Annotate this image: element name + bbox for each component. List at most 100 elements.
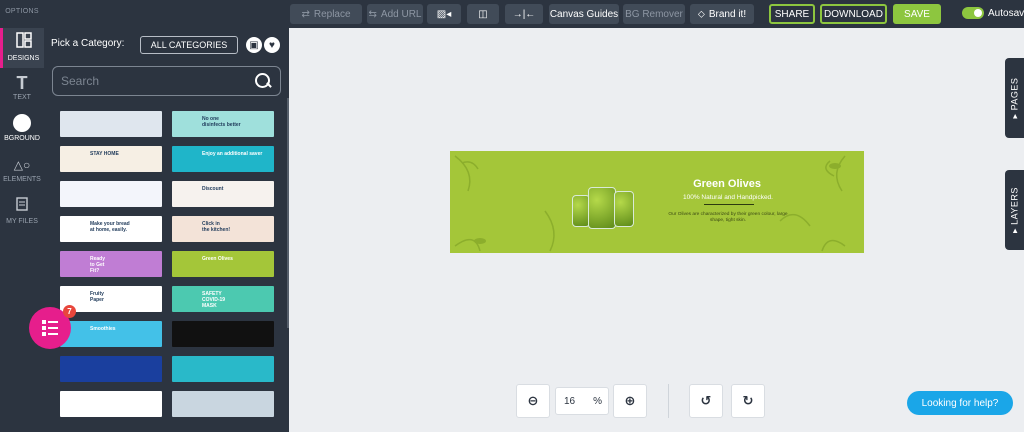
zoom-out-button[interactable]: ⊖ [516,384,550,418]
help-button[interactable]: Looking for help? [907,391,1013,415]
bg-remover-button[interactable]: BG Remover [623,4,685,24]
align-button[interactable]: →|← [505,4,543,24]
share-button[interactable]: SHARE [769,4,815,24]
share-label: SHARE [774,8,810,20]
template-thumbnail[interactable]: Ready to Get Fit? [60,251,162,277]
thumbnail-text: Enjoy an additional saver [202,151,263,157]
transparency-button[interactable]: ▨◂ [427,4,461,24]
undo-button[interactable]: ↺ [689,384,723,418]
template-thumbnail[interactable]: Green Olives [172,251,274,277]
thumbnail-text: Make your bread at home, easily. [90,221,130,233]
add-url-button[interactable]: ⇆ Add URL [367,4,423,24]
brand-it-label: Brand it! [708,8,747,20]
olive-jar-center [588,187,616,229]
canvas-guides-label: Canvas Guides [549,8,619,20]
align-icon: →|← [512,8,536,20]
zoom-out-icon: ⊖ [527,393,539,408]
template-thumbnail[interactable]: Click in the kitchen! [172,216,274,242]
rail-elements[interactable]: △○ ELEMENTS [0,156,44,183]
thumbnail-text: No one disinfects better [202,116,241,128]
category-dropdown[interactable]: ALL CATEGORIES [140,36,238,54]
designs-panel: Pick a Category: ALL CATEGORIES ▣ ♥ No o… [44,28,289,432]
template-thumbnail[interactable] [60,391,162,417]
banner-title[interactable]: Green Olives [672,178,782,190]
redo-button[interactable]: ↻ [731,384,765,418]
controls-divider [668,384,669,418]
panel-scrollbar[interactable] [287,98,289,328]
add-url-label: Add URL [380,8,422,20]
tag-icon: ⬦ [697,8,705,20]
notification-badge: 7 [63,305,76,318]
brand-it-button[interactable]: ⬦ Brand it! [690,4,754,24]
redo-icon: ↻ [742,393,754,408]
rail-designs-label: DESIGNS [7,55,40,62]
rail-designs[interactable]: DESIGNS [0,28,44,68]
elements-icon: △○ [13,158,31,172]
layers-label: LAYERS [1009,187,1019,225]
autosave-label: Autosave [988,7,1024,19]
rail-background-label: BGROUND [4,135,40,142]
background-icon [13,114,31,132]
flip-icon: ◫ [478,8,488,20]
layers-tab[interactable]: ▸ LAYERS [1005,170,1024,250]
hatch-icon: ▨◂ [436,8,452,20]
thumbnail-text: Click in the kitchen! [202,221,231,233]
autosave-toggle[interactable]: Autosave [962,7,1024,19]
canvas-guides-button[interactable]: Canvas Guides [549,4,619,24]
download-button[interactable]: DOWNLOAD [820,4,887,24]
template-thumbnail[interactable] [60,356,162,382]
pages-tab[interactable]: ▸ PAGES [1005,58,1024,138]
template-thumbnail[interactable]: Smoothies [60,321,162,347]
rail-my-files[interactable]: MY FILES [0,197,44,225]
template-thumbnail[interactable]: No one disinfects better [172,111,274,137]
template-thumbnail[interactable]: STAY HOME [60,146,162,172]
toggle-switch[interactable] [962,7,984,19]
designs-icon [3,32,44,53]
template-thumbnail[interactable]: Make your bread at home, easily. [60,216,162,242]
pages-label: PAGES [1009,77,1019,111]
template-thumbnail[interactable] [172,356,274,382]
swap-icon: ⇆ [368,8,377,20]
save-label: SAVE [904,8,930,20]
replace-button[interactable]: ⇄ Replace [290,4,362,24]
pick-category-label: Pick a Category: [51,38,125,49]
undo-icon: ↺ [700,393,712,408]
banner-subtitle[interactable]: 100% Natural and Handpicked. [658,194,798,201]
rail-text-label: TEXT [13,94,31,101]
olive-jar-right [614,191,634,227]
banner-description[interactable]: Our Olives are characterized by their gr… [662,212,794,224]
collection-icon[interactable]: ▣ [246,37,262,53]
thumbnail-text: STAY HOME [90,151,119,157]
options-label: OPTIONS [5,8,39,15]
template-thumbnail[interactable] [60,181,162,207]
rail-my-files-label: MY FILES [6,218,38,225]
folder-icon [0,197,44,216]
search-icon[interactable] [254,72,272,90]
download-label: DOWNLOAD [824,8,883,20]
zoom-in-button[interactable]: ⊕ [613,384,647,418]
thumbnail-text: Fruity Paper [90,291,104,303]
template-thumbnail[interactable]: SAFETY COVID-19 MASK [172,286,274,312]
zoom-level[interactable]: 16 % [555,387,609,415]
template-thumbnail[interactable]: Enjoy an additional saver [172,146,274,172]
replace-label: Replace [313,8,351,20]
template-thumbnail[interactable] [172,321,274,347]
pages-tab-label: ▸ PAGES [1009,77,1019,119]
replace-icon: ⇄ [301,8,310,20]
checklist-icon [42,320,58,336]
template-thumbnail[interactable]: Discount [172,181,274,207]
save-button[interactable]: SAVE [893,4,941,24]
zoom-value[interactable]: 16 [564,396,575,407]
search-input[interactable] [61,74,254,88]
flip-button[interactable]: ◫ [467,4,499,24]
thumbnail-text: Ready to Get Fit? [90,256,106,274]
template-thumbnail[interactable] [172,391,274,417]
rail-background[interactable]: BGROUND [0,114,44,142]
template-thumbnail[interactable] [60,111,162,137]
heart-icon[interactable]: ♥ [264,37,280,53]
design-canvas[interactable]: Green Olives 100% Natural and Handpicked… [450,151,864,253]
left-rail: OPTIONS DESIGNS T TEXT BGROUND △○ ELEMEN… [0,0,44,432]
rail-text[interactable]: T TEXT [0,74,44,101]
rail-elements-label: ELEMENTS [3,176,41,183]
thumbnail-text: Smoothies [90,326,116,332]
